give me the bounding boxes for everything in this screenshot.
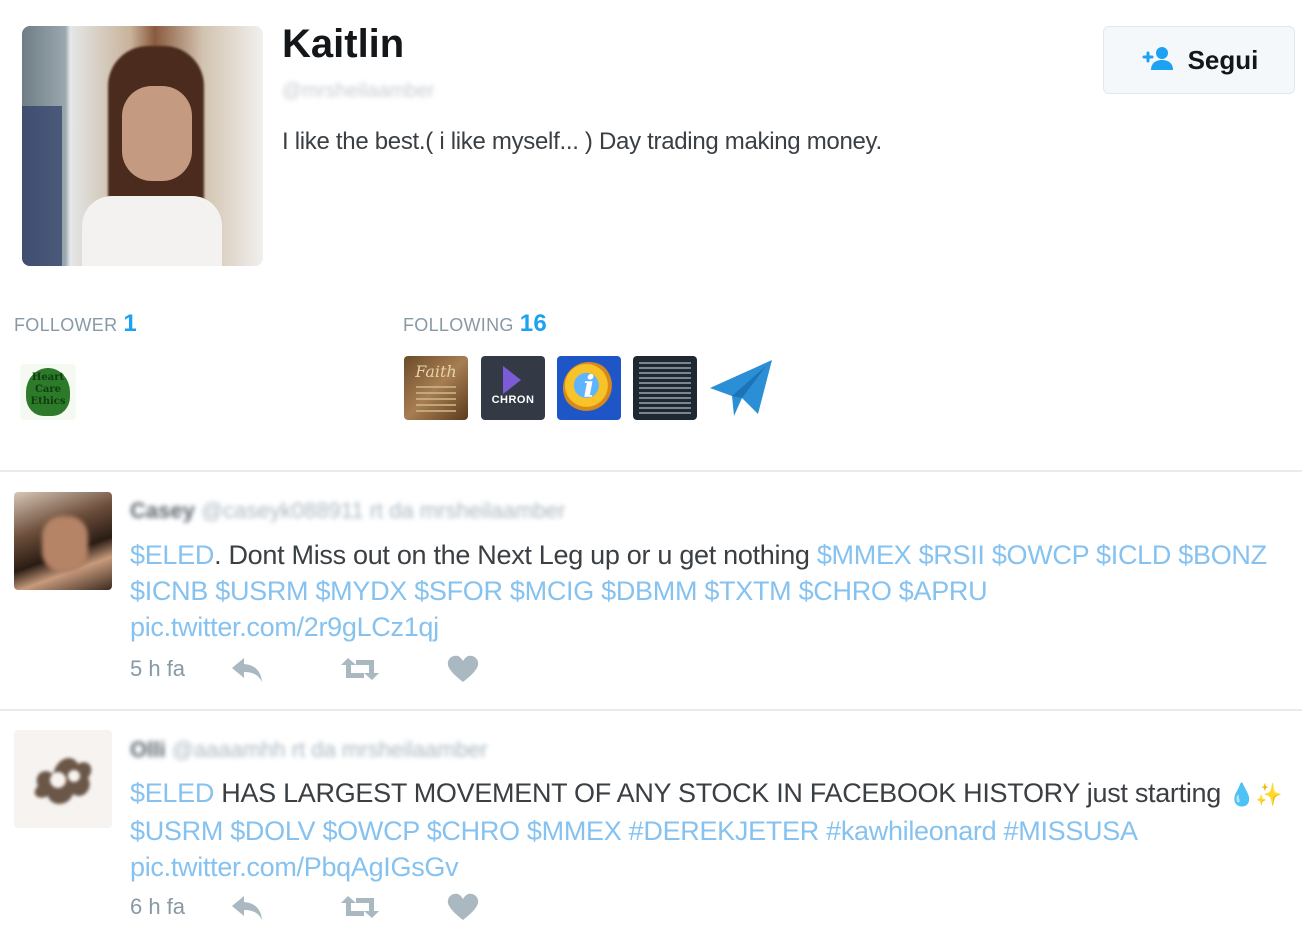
follower-stat[interactable]: FOLLOWER 1 — [14, 310, 137, 338]
tweet-text-fragment — [791, 576, 798, 606]
cashtag-link[interactable]: $DOLV — [230, 816, 315, 846]
cashtag-link[interactable]: $APRU — [899, 576, 988, 606]
cashtag-link[interactable]: $RSII — [919, 540, 985, 570]
paper-plane-icon — [710, 360, 772, 416]
tweet-text-fragment — [520, 816, 527, 846]
tweet-header[interactable]: Casey @caseyk088911 rt da mrsheilaamber — [130, 498, 565, 524]
profile-handle[interactable]: @mrsheilaamber — [282, 80, 435, 103]
follower-label: FOLLOWER — [14, 315, 118, 335]
tweet-text-fragment — [621, 816, 628, 846]
retweet-icon[interactable] — [340, 892, 379, 922]
tweet-timestamp[interactable]: 5 h fa — [130, 656, 230, 682]
section-divider — [0, 470, 1302, 472]
tweet-text-fragment — [985, 540, 992, 570]
cashtag-link[interactable]: $TXTM — [704, 576, 791, 606]
cashtag-link[interactable]: $OWCP — [992, 540, 1089, 570]
tweet-context: rt da mrsheilaamber — [369, 498, 566, 523]
tweet-text: $ELED HAS LARGEST MOVEMENT OF ANY STOCK … — [130, 775, 1295, 885]
cashtag-link[interactable]: $SFOR — [414, 576, 503, 606]
tweet-author[interactable]: Casey — [130, 498, 195, 523]
tweet-avatar[interactable] — [14, 492, 112, 590]
following-thumbnail-text: CHRON — [491, 394, 535, 406]
following-count: 16 — [519, 310, 548, 337]
cashtag-link[interactable]: $MYDX — [315, 576, 407, 606]
tweet-header[interactable]: Olli @aaaamhh rt da mrsheilaamber — [130, 737, 487, 763]
following-stat[interactable]: FOLLOWING 16 — [403, 310, 547, 338]
emoji: 💧✨ — [1228, 782, 1283, 807]
following-thumbnail[interactable]: i — [557, 356, 621, 420]
hashtag-link[interactable]: #DEREKJETER — [629, 816, 820, 846]
tweet-timestamp[interactable]: 6 h fa — [130, 894, 230, 920]
cashtag-link[interactable]: $ICNB — [130, 576, 208, 606]
follower-thumbnail-text: Heart Care Ethics — [30, 372, 66, 407]
cashtag-link[interactable]: $OWCP — [322, 816, 419, 846]
cashtag-link[interactable]: $MMEX — [527, 816, 622, 846]
cashtag-link[interactable]: $USRM — [215, 576, 308, 606]
cashtag-link[interactable]: $MMEX — [817, 540, 912, 570]
tweet-text-fragment — [420, 816, 427, 846]
tweet-actions: 6 h fa — [130, 892, 480, 922]
cashtag-link[interactable]: $CHRO — [427, 816, 520, 846]
following-thumbnail-text: i — [583, 370, 595, 405]
cashtag-link[interactable]: $BONZ — [1178, 540, 1267, 570]
tweet-text-fragment — [892, 576, 899, 606]
like-icon[interactable] — [446, 892, 480, 922]
hashtag-link[interactable]: #MISSUSA — [1004, 816, 1138, 846]
following-thumbnail[interactable]: Faith — [404, 356, 468, 420]
cashtag-link[interactable]: $ICLD — [1096, 540, 1171, 570]
tweet-text: $ELED. Dont Miss out on the Next Leg up … — [130, 537, 1295, 645]
tweet-text-fragment — [996, 816, 1003, 846]
tweet-text-fragment — [1089, 540, 1096, 570]
follower-count: 1 — [123, 310, 138, 337]
tweet-author[interactable]: Olli — [130, 737, 165, 762]
following-thumbnail-text: Faith — [415, 362, 457, 381]
following-thumbnail[interactable] — [708, 354, 776, 422]
reply-icon[interactable] — [230, 892, 264, 922]
tweet-divider — [0, 709, 1302, 711]
profile-name[interactable]: Kaitlin — [282, 22, 404, 67]
cashtag-link[interactable]: $CHRO — [799, 576, 892, 606]
cashtag-link[interactable]: $MCIG — [510, 576, 594, 606]
following-label: FOLLOWING — [403, 315, 514, 335]
retweet-icon[interactable] — [340, 654, 379, 684]
chevron-logo-icon — [503, 366, 521, 394]
follower-thumbnail[interactable]: Heart Care Ethics — [20, 364, 76, 420]
tweet-media-link[interactable]: pic.twitter.com/PbqAgIGsGv — [130, 852, 459, 882]
follow-button-label: Segui — [1187, 44, 1259, 75]
hashtag-link[interactable]: #kawhileonard — [826, 816, 997, 846]
like-icon[interactable] — [446, 654, 480, 684]
tweet-media-link[interactable]: pic.twitter.com/2r9gLCz1qj — [130, 612, 439, 642]
add-user-icon — [1140, 45, 1174, 76]
reply-icon[interactable] — [230, 654, 264, 684]
tweet-text-fragment: HAS LARGEST MOVEMENT OF ANY STOCK IN FAC… — [214, 778, 1229, 808]
following-thumbnail[interactable] — [633, 356, 697, 420]
tweet-text-fragment: . Dont Miss out on the Next Leg up or u … — [214, 540, 817, 570]
tweet-text-fragment — [503, 576, 510, 606]
tweet-handle[interactable]: @caseyk088911 — [201, 498, 364, 523]
tweet-context: rt da mrsheilaamber — [291, 737, 488, 762]
follow-button[interactable]: Segui — [1103, 26, 1295, 94]
cashtag-link[interactable]: $DBMM — [601, 576, 697, 606]
following-thumbnail[interactable]: CHRON — [481, 356, 545, 420]
cashtag-link[interactable]: $ELED — [130, 540, 214, 570]
tweet-text-fragment — [911, 540, 918, 570]
profile-avatar[interactable] — [22, 26, 263, 266]
tweet-actions: 5 h fa — [130, 654, 480, 684]
cashtag-link[interactable]: $USRM — [130, 816, 223, 846]
tweet-handle[interactable]: @aaaamhh — [172, 737, 286, 762]
profile-bio: I like the best.( i like myself... ) Day… — [282, 128, 882, 155]
tweet-avatar[interactable] — [14, 730, 112, 828]
cashtag-link[interactable]: $ELED — [130, 778, 214, 808]
